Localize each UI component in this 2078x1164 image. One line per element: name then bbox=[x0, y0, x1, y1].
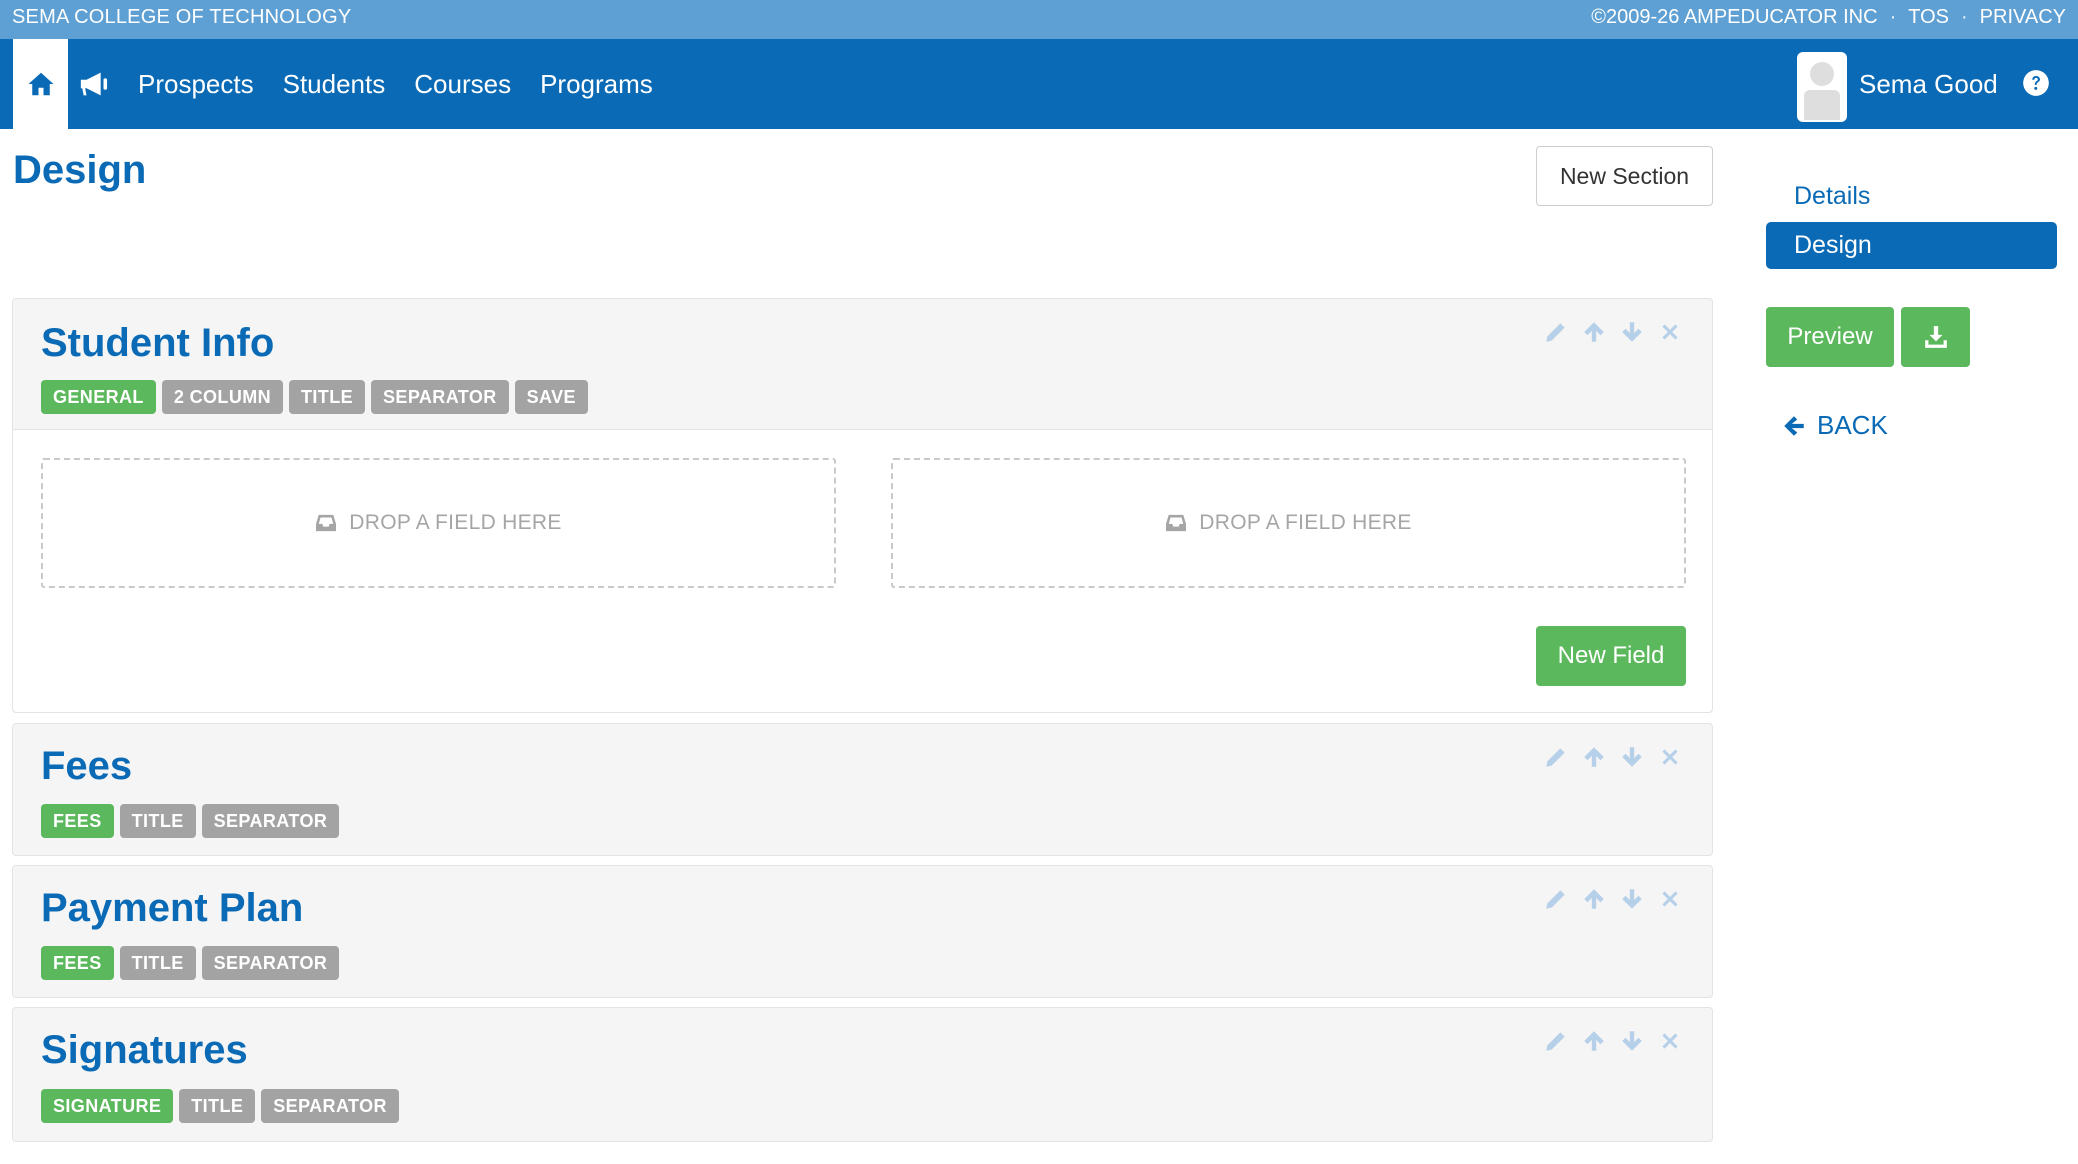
avatar-body bbox=[1804, 90, 1840, 120]
tag-title: TITLE bbox=[119, 804, 196, 838]
nav-menu: Prospects Students Courses Programs bbox=[138, 39, 653, 129]
separator-dot: · bbox=[1961, 6, 1968, 28]
arrow-left-icon bbox=[1784, 415, 1804, 436]
nav-item-prospects[interactable]: Prospects bbox=[138, 69, 254, 100]
tag-title: TITLE bbox=[119, 946, 196, 980]
tag-fees: FEES bbox=[41, 804, 114, 838]
section-tags: GENERAL 2 COLUMN TITLE SEPARATOR SAVE bbox=[41, 380, 588, 414]
nav-item-courses[interactable]: Courses bbox=[414, 69, 511, 100]
home-button[interactable] bbox=[13, 39, 68, 129]
tag-save: SAVE bbox=[514, 380, 588, 414]
drop-zone-right[interactable]: DROP A FIELD HERE bbox=[891, 458, 1686, 588]
close-icon[interactable] bbox=[1657, 1028, 1683, 1054]
user-name[interactable]: Sema Good bbox=[1859, 69, 1998, 100]
new-section-button[interactable]: New Section bbox=[1536, 146, 1713, 206]
tag-signature: SIGNATURE bbox=[41, 1089, 174, 1123]
pencil-icon[interactable] bbox=[1543, 1028, 1569, 1054]
new-field-button[interactable]: New Field bbox=[1536, 626, 1686, 686]
download-icon bbox=[1924, 326, 1947, 348]
inbox-icon bbox=[1166, 514, 1187, 532]
arrow-up-icon[interactable] bbox=[1581, 744, 1607, 770]
nav-item-programs[interactable]: Programs bbox=[540, 69, 653, 100]
drop-zone-left[interactable]: DROP A FIELD HERE bbox=[41, 458, 836, 588]
back-label: BACK bbox=[1817, 410, 1888, 440]
drop-zone-label: DROP A FIELD HERE bbox=[349, 511, 562, 534]
arrow-up-icon[interactable] bbox=[1581, 1028, 1607, 1054]
sidebar-item-details[interactable]: Details bbox=[1794, 182, 1870, 211]
nav-item-students[interactable]: Students bbox=[283, 69, 386, 100]
arrow-down-icon[interactable] bbox=[1619, 319, 1645, 345]
arrow-down-icon[interactable] bbox=[1619, 1028, 1645, 1054]
tag-2-column: 2 COLUMN bbox=[161, 380, 284, 414]
avatar[interactable] bbox=[1797, 52, 1847, 122]
close-icon[interactable] bbox=[1657, 319, 1683, 345]
section-signatures: Signatures SIGNATURE TITLE SEPARATOR bbox=[12, 1007, 1713, 1142]
megaphone-icon[interactable] bbox=[78, 67, 112, 101]
page-title: Design bbox=[13, 148, 147, 192]
section-tags: SIGNATURE TITLE SEPARATOR bbox=[41, 1089, 399, 1123]
pencil-icon[interactable] bbox=[1543, 886, 1569, 912]
section-fees: Fees FEES TITLE SEPARATOR bbox=[12, 723, 1713, 856]
section-title: Fees bbox=[41, 744, 133, 788]
arrow-up-icon[interactable] bbox=[1581, 886, 1607, 912]
section-tags: FEES TITLE SEPARATOR bbox=[41, 946, 340, 980]
top-links: ©2009-26 AMPEDUCATOR INC · TOS · PRIVACY bbox=[1591, 6, 2066, 29]
separator-dot: · bbox=[1889, 6, 1897, 28]
section-tools bbox=[1543, 744, 1683, 770]
tag-separator: SEPARATOR bbox=[371, 380, 509, 414]
back-link[interactable]: BACK bbox=[1781, 410, 1888, 441]
drop-zone-label: DROP A FIELD HERE bbox=[1199, 511, 1412, 534]
inbox-icon bbox=[316, 514, 337, 532]
section-tools bbox=[1543, 1028, 1683, 1054]
arrow-down-icon[interactable] bbox=[1619, 744, 1645, 770]
pencil-icon[interactable] bbox=[1543, 744, 1569, 770]
tag-separator: SEPARATOR bbox=[201, 946, 340, 980]
home-icon bbox=[28, 72, 53, 96]
section-body: DROP A FIELD HERE DROP A FIELD HERE New … bbox=[13, 429, 1712, 712]
top-bar: SEMA COLLEGE OF TECHNOLOGY ©2009-26 AMPE… bbox=[0, 0, 2078, 39]
tos-link[interactable]: TOS bbox=[1908, 6, 1949, 29]
section-tools bbox=[1543, 886, 1683, 912]
section-title: Payment Plan bbox=[41, 886, 304, 930]
privacy-link[interactable]: PRIVACY bbox=[1980, 6, 2066, 29]
tag-title: TITLE bbox=[179, 1089, 256, 1123]
close-icon[interactable] bbox=[1657, 886, 1683, 912]
arrow-up-icon[interactable] bbox=[1581, 319, 1607, 345]
avatar-head bbox=[1810, 62, 1834, 86]
copyright-text: ©2009-26 AMPEDUCATOR INC bbox=[1591, 6, 1878, 28]
download-button[interactable] bbox=[1901, 307, 1970, 367]
tag-fees: FEES bbox=[41, 946, 114, 980]
section-student-info: Student Info GENERAL 2 COLUMN TITLE SEPA… bbox=[12, 298, 1713, 713]
tag-separator: SEPARATOR bbox=[261, 1089, 399, 1123]
section-tags: FEES TITLE SEPARATOR bbox=[41, 804, 340, 838]
close-icon[interactable] bbox=[1657, 744, 1683, 770]
section-title: Student Info bbox=[41, 321, 275, 365]
tag-title: TITLE bbox=[289, 380, 366, 414]
tag-separator: SEPARATOR bbox=[201, 804, 340, 838]
arrow-down-icon[interactable] bbox=[1619, 886, 1645, 912]
main-nav: Prospects Students Courses Programs Sema… bbox=[0, 39, 2078, 129]
help-icon[interactable] bbox=[2022, 69, 2050, 97]
pencil-icon[interactable] bbox=[1543, 319, 1569, 345]
preview-button[interactable]: Preview bbox=[1766, 307, 1894, 367]
section-title: Signatures bbox=[41, 1028, 248, 1072]
organization-name: SEMA COLLEGE OF TECHNOLOGY bbox=[12, 6, 352, 28]
tag-general: GENERAL bbox=[41, 380, 156, 414]
section-tools bbox=[1543, 319, 1683, 345]
sidebar-item-design[interactable]: Design bbox=[1766, 222, 2057, 269]
section-payment-plan: Payment Plan FEES TITLE SEPARATOR bbox=[12, 865, 1713, 998]
